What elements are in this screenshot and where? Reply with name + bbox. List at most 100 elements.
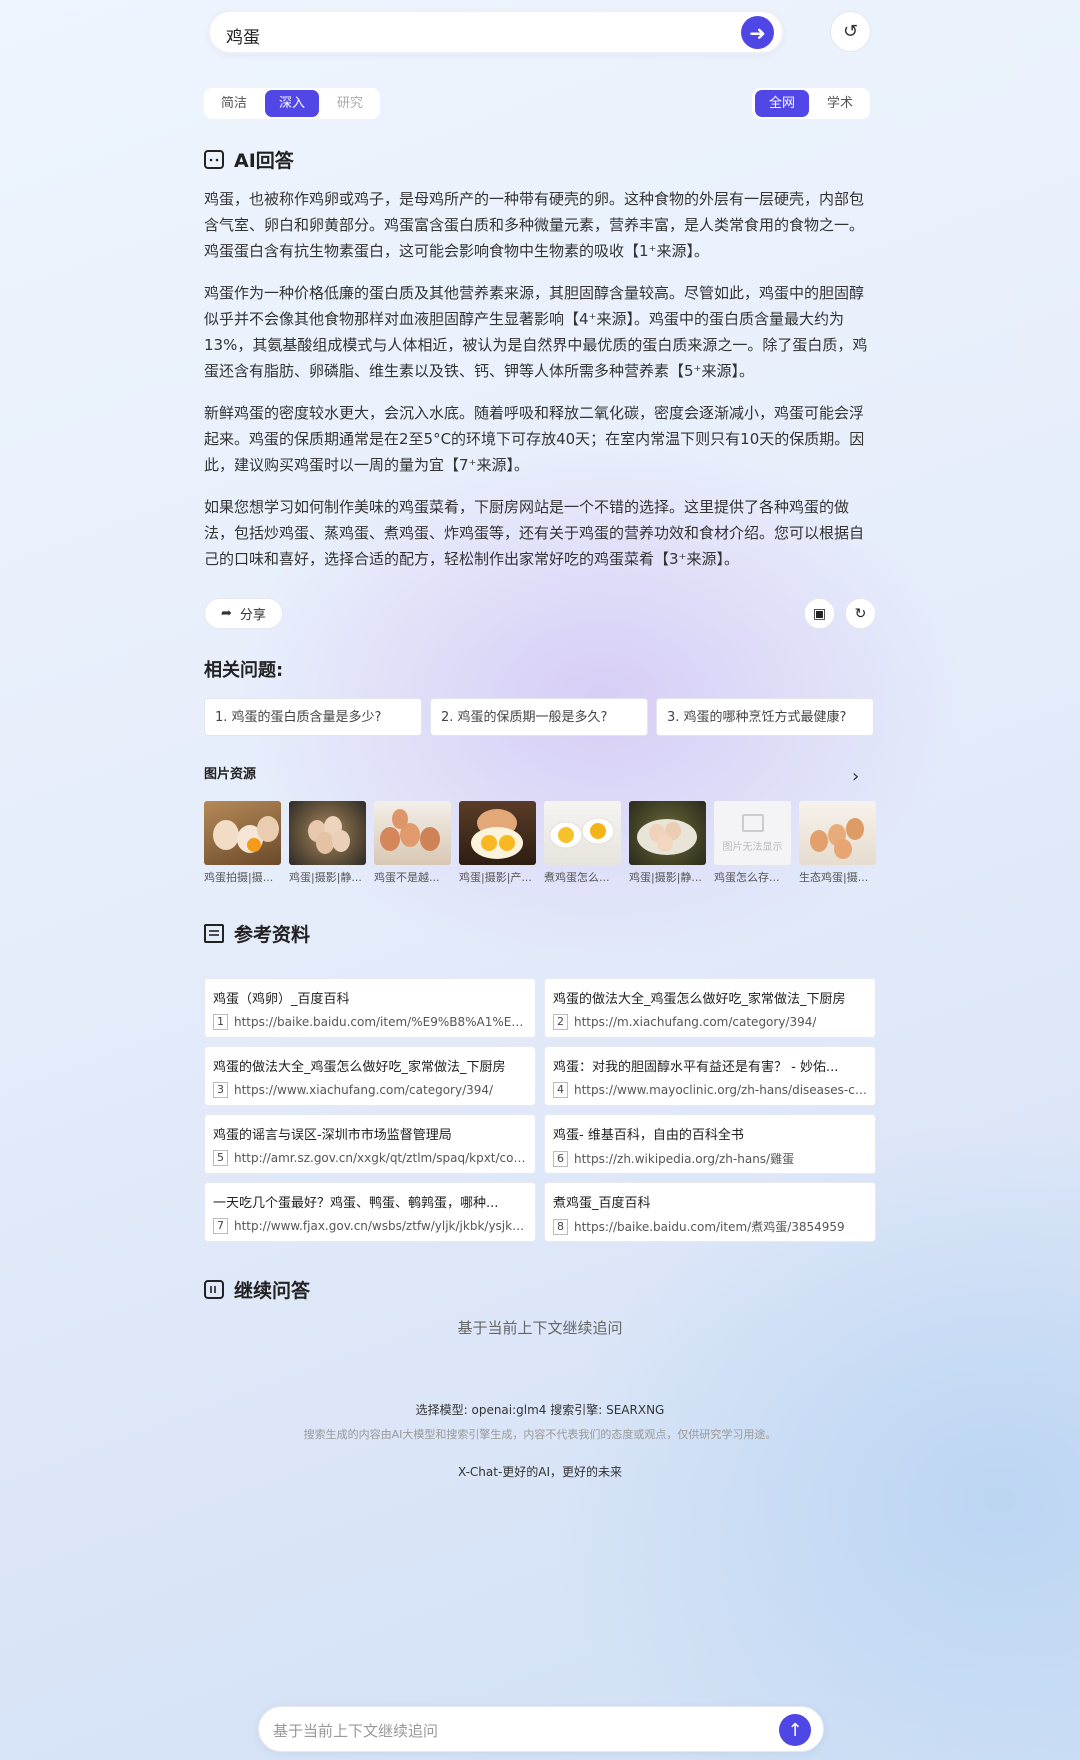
followup-input[interactable]: 基于当前上下文继续追问 xyxy=(273,1720,438,1741)
clipboard-icon: ▣ xyxy=(812,605,827,622)
reset-button[interactable]: ↺ xyxy=(830,11,871,52)
arrow-right-icon: ➜ xyxy=(749,20,766,45)
mode-deep[interactable]: 深入 xyxy=(265,90,320,117)
reference-url[interactable]: https://m.xiachufang.com/category/394/ xyxy=(574,1015,816,1029)
reference-url[interactable]: https://www.mayoclinic.org/zh-hans/disea… xyxy=(574,1083,867,1097)
image-thumb[interactable] xyxy=(204,801,281,865)
references-heading: 参考资料 xyxy=(204,920,310,947)
reference-number: 8 xyxy=(553,1218,568,1235)
egg-photo-image xyxy=(213,816,279,853)
egg-photo-image xyxy=(637,819,697,855)
mode-concise[interactable]: 简洁 xyxy=(207,90,261,117)
related-question[interactable]: 1. 鸡蛋的蛋白质含量是多少? xyxy=(204,698,422,736)
egg-photo-image xyxy=(308,816,350,854)
reference-card[interactable]: 鸡蛋的谣言与误区-深圳市市场监督管理局 5 http://amr.sz.gov.c… xyxy=(204,1114,536,1174)
regenerate-button[interactable]: ↻ xyxy=(845,598,876,629)
egg-photo-image xyxy=(471,809,523,859)
reference-title: 鸡蛋的做法大全_鸡蛋怎么做好吃_家常做法_下厨房 xyxy=(213,1060,506,1075)
answer-body: 鸡蛋，也被称作鸡卵或鸡子，是母鸡所产的一种带有硬壳的卵。这种食物的外层有一层硬壳… xyxy=(204,186,876,588)
footer-disclaimer: 搜索生成的内容由AI大模型和搜索引擎生成，内容不代表我们的态度或观点，仅供研究学… xyxy=(303,1428,777,1441)
reference-number: 5 xyxy=(213,1150,228,1166)
reference-url[interactable]: https://baike.baidu.com/item/煮鸡蛋/3854959 xyxy=(574,1218,845,1235)
image-caption: 煮鸡蛋怎么... xyxy=(544,871,610,884)
image-thumb[interactable] xyxy=(459,801,536,865)
image-thumb[interactable] xyxy=(629,801,706,865)
reference-title: 煮鸡蛋_百度百科 xyxy=(553,1196,651,1211)
mode-research[interactable]: 研究 xyxy=(323,90,377,117)
reference-title: 一天吃几个蛋最好？鸡蛋、鸭蛋、鹌鹑蛋，哪种... xyxy=(213,1196,499,1211)
answer-title: AI回答 xyxy=(234,150,294,172)
image-thumb[interactable] xyxy=(289,801,366,865)
egg-photo-image xyxy=(810,818,864,859)
reference-url[interactable]: http://www.fjax.gov.cn/wsbs/ztfw/yljk/jk… xyxy=(234,1219,527,1233)
followup-heading: 继续问答 xyxy=(204,1276,310,1303)
chat-bot-icon xyxy=(204,150,224,169)
egg-photo-image xyxy=(380,809,440,851)
comment-icon xyxy=(204,1280,224,1299)
image-caption: 鸡蛋拍摄|摄... xyxy=(204,871,274,884)
image-caption: 鸡蛋|摄影|静... xyxy=(629,871,702,884)
reference-number: 4 xyxy=(553,1082,568,1098)
send-button[interactable]: ↑ xyxy=(779,1714,811,1746)
scope-switch: 全网 学术 xyxy=(752,88,871,119)
refresh-icon: ↻ xyxy=(854,605,867,622)
related-question[interactable]: 2. 鸡蛋的保质期一般是多久? xyxy=(430,698,648,736)
images-title: 图片资源 xyxy=(204,767,257,782)
image-caption: 鸡蛋不是越... xyxy=(374,871,440,884)
reference-card[interactable]: 一天吃几个蛋最好？鸡蛋、鸭蛋、鹌鹑蛋，哪种... 7 http://www.fja… xyxy=(204,1182,536,1242)
followup-title: 继续问答 xyxy=(234,1280,311,1302)
scope-web[interactable]: 全网 xyxy=(755,90,810,117)
search-submit-button[interactable]: ➜ xyxy=(741,16,774,49)
reference-card[interactable]: 鸡蛋- 维基百科，自由的百科全书 6 https://zh.wikipedia.o… xyxy=(544,1114,876,1174)
followup-input-bar[interactable]: 基于当前上下文继续追问 ↑ xyxy=(258,1706,824,1752)
reference-title: 鸡蛋的谣言与误区-深圳市市场监督管理局 xyxy=(213,1128,452,1143)
followup-hint: 基于当前上下文继续追问 xyxy=(457,1319,623,1337)
book-icon xyxy=(204,924,224,943)
reference-card[interactable]: 鸡蛋的做法大全_鸡蛋怎么做好吃_家常做法_下厨房 2 https://m.xiac… xyxy=(544,978,876,1038)
copy-button[interactable]: ▣ xyxy=(804,598,835,629)
search-input[interactable]: 鸡蛋 xyxy=(226,23,260,48)
image-thumb[interactable] xyxy=(544,801,621,865)
reference-card[interactable]: 鸡蛋（鸡卵）_百度百科 1 https://baike.baidu.com/ite… xyxy=(204,978,536,1038)
reference-card[interactable]: 鸡蛋：对我的胆固醇水平有益还是有害？ - 妙佑... 4 https://www.… xyxy=(544,1046,876,1106)
image-caption: 鸡蛋|摄影|产... xyxy=(459,871,532,884)
reference-number: 6 xyxy=(553,1150,568,1167)
image-thumb[interactable] xyxy=(799,801,876,865)
reference-url[interactable]: https://www.xiachufang.com/category/394/ xyxy=(234,1083,493,1097)
related-title: 相关问题: xyxy=(204,660,284,681)
arrow-up-icon: ↑ xyxy=(787,1719,803,1741)
answer-paragraph: 鸡蛋，也被称作鸡卵或鸡子，是母鸡所产的一种带有硬壳的卵。这种食物的外层有一层硬壳… xyxy=(204,190,865,260)
reference-url[interactable]: http://amr.sz.gov.cn/xxgk/qt/ztlm/spaq/k… xyxy=(234,1151,527,1165)
reference-number: 7 xyxy=(213,1218,228,1234)
answer-heading: AI回答 xyxy=(204,146,294,173)
image-thumb[interactable] xyxy=(374,801,451,865)
chevron-right-icon[interactable]: › xyxy=(852,766,859,787)
reference-number: 2 xyxy=(553,1014,568,1030)
footer-slogan: X-Chat-更好的AI，更好的未来 xyxy=(457,1465,623,1479)
answer-paragraph: 如果您想学习如何制作美味的鸡蛋菜肴，下厨房网站是一个不错的选择。这里提供了各种鸡… xyxy=(204,498,865,568)
share-button[interactable]: ➦ 分享 xyxy=(204,598,283,629)
share-icon: ➦ xyxy=(221,606,232,621)
undo-icon: ↺ xyxy=(842,21,859,42)
reference-url[interactable]: https://baike.baidu.com/item/%E9%B8%A1%E… xyxy=(234,1015,527,1029)
reference-title: 鸡蛋的做法大全_鸡蛋怎么做好吃_家常做法_下厨房 xyxy=(553,992,846,1007)
image-missing-text: 图片无法显示 xyxy=(722,841,783,853)
reference-title: 鸡蛋- 维基百科，自由的百科全书 xyxy=(553,1128,744,1143)
reference-title: 鸡蛋（鸡卵）_百度百科 xyxy=(213,992,350,1007)
scope-academic[interactable]: 学术 xyxy=(813,90,867,117)
image-caption: 鸡蛋怎么存... xyxy=(714,871,780,884)
broken-image-icon xyxy=(741,813,764,832)
image-thumb-missing[interactable]: 图片无法显示 xyxy=(714,801,791,865)
footer-model-info: 选择模型: openai:glm4 搜索引擎: SEARXNG xyxy=(415,1403,665,1417)
image-caption: 生态鸡蛋|摄... xyxy=(799,871,869,884)
reference-url[interactable]: https://zh.wikipedia.org/zh-hans/雞蛋 xyxy=(574,1150,794,1167)
related-question[interactable]: 3. 鸡蛋的哪种烹饪方式最健康? xyxy=(656,698,874,736)
answer-paragraph: 鸡蛋作为一种价格低廉的蛋白质及其他营养素来源，其胆固醇含量较高。尽管如此，鸡蛋中… xyxy=(204,284,868,380)
search-bar[interactable]: 鸡蛋 ➜ xyxy=(208,10,784,54)
reference-number: 3 xyxy=(213,1082,228,1098)
depth-mode-switch: 简洁 深入 研究 xyxy=(204,88,381,119)
egg-photo-image xyxy=(549,817,615,849)
reference-card[interactable]: 鸡蛋的做法大全_鸡蛋怎么做好吃_家常做法_下厨房 3 https://www.xi… xyxy=(204,1046,536,1106)
share-label: 分享 xyxy=(239,608,266,623)
reference-card[interactable]: 煮鸡蛋_百度百科 8 https://baike.baidu.com/item/煮… xyxy=(544,1182,876,1242)
